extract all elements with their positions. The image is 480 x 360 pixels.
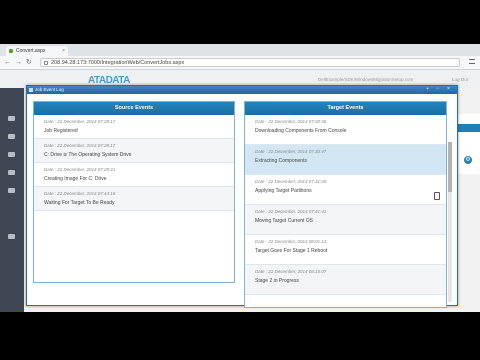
event-text: Moving Target Current OS [255,218,313,224]
sidebar-users-icon[interactable] [8,134,15,139]
sidebar-home-icon[interactable] [8,116,15,121]
sidebar-jobs-icon[interactable] [8,152,15,157]
event-date: Date : 22 December, 2014 07:30:47 [255,149,327,154]
header-info: DellExample/SDK/WindowsMigrationSetup.co… [318,77,414,82]
favicon-icon [9,49,13,53]
source-event-item[interactable]: Date : 22 December, 2014 07:28:17 Job Re… [34,115,234,139]
target-event-item[interactable]: Date : 22 December, 2014 07:31:00 Applyi… [245,175,446,205]
event-date: Date : 22 December, 2014 07:44:16 [44,191,116,196]
event-date: Date : 22 December, 2014 07:28:17 [44,119,116,124]
source-events-panel: Source Events Date : 22 December, 2014 0… [33,101,235,283]
sidebar-settings-icon[interactable] [8,234,15,239]
right-panel-button[interactable] [456,124,480,132]
minimize-icon[interactable]: ▪ [425,87,430,92]
window-icon [29,88,33,92]
url-input[interactable]: 208.94.28.173:7000/IntegrationWeb/Conver… [40,58,460,67]
event-date: Date : 22 December, 2014 07:31:00 [255,179,327,184]
source-event-item[interactable]: Date : 22 December, 2014 07:44:16 Waitin… [34,187,234,211]
scrollbar-thumb[interactable] [448,142,452,192]
browser-tab[interactable]: Convert.aspx × [6,46,68,56]
event-date: Date : 22 December, 2014 07:28:21 [44,167,116,172]
job-event-log-dialog: Job Event Log ▪ ▫ × Source Events Date :… [26,85,458,308]
source-event-item[interactable]: Date : 22 December, 2014 07:28:21 Creati… [34,163,234,187]
gear-icon[interactable]: ⚙ [464,156,472,164]
source-events-header: Source Events [34,102,234,115]
close-icon[interactable]: × [446,87,451,92]
event-text: Creating Image For C: Drive [44,176,107,182]
logout-link[interactable]: Log Out [452,77,468,82]
event-text: Target Goes For Stage 1 Reboot [255,248,328,254]
target-event-item[interactable]: Date : 22 December, 2014 07:30:47 Extrac… [245,145,446,175]
target-events-header: Target Events [245,102,446,115]
target-event-item[interactable]: Date : 22 December, 2014 07:30:36 Downlo… [245,115,446,145]
event-text: Stage 2 in Progress [255,278,299,284]
tab-bar: Convert.aspx × [0,44,480,56]
tab-title: Convert.aspx [16,48,46,54]
address-bar: ← → ↻ 208.94.28.173:7000/IntegrationWeb/… [0,56,480,70]
sidebar-servers-icon[interactable] [8,170,15,175]
browser-window: Convert.aspx × ← → ↻ 208.94.28.173:7000/… [0,44,480,312]
dialog-title: Job Event Log [35,87,64,92]
dialog-scrollbar[interactable] [448,142,452,302]
target-events-panel: Target Events Date : 22 December, 2014 0… [244,101,447,308]
target-event-item[interactable]: Date : 22 December, 2014 07:41:41 Moving… [245,205,446,235]
event-text: Waiting For Target To Be Ready [44,200,115,206]
event-date: Date : 22 December, 2014 08:01:13 [255,239,327,244]
menu-icon[interactable] [469,59,475,64]
maximize-icon[interactable]: ▫ [435,87,440,92]
app-sidebar [0,88,24,312]
event-date: Date : 22 December, 2014 07:30:36 [255,119,327,124]
event-text: C: Drive is The Operating System Drive [44,152,132,158]
close-tab-icon[interactable]: × [62,46,65,56]
event-text: Job Registered [44,128,78,134]
reload-icon[interactable]: ↻ [26,58,32,67]
back-icon[interactable]: ← [4,58,11,67]
event-date: Date : 22 December, 2014 08:15:07 [255,269,327,274]
target-event-item[interactable]: Date : 22 December, 2014 08:01:13 Target… [245,235,446,265]
dialog-title-bar[interactable]: Job Event Log ▪ ▫ × [27,86,457,94]
mouse-cursor-icon [434,192,440,200]
event-date: Date : 22 December, 2014 07:41:41 [255,209,327,214]
target-event-item[interactable]: Date : 22 December, 2014 08:15:07 Stage … [245,265,446,295]
url-text: 208.94.28.173:7000/IntegrationWeb/Conver… [51,60,185,66]
forward-icon[interactable]: → [15,58,22,67]
event-date: Date : 22 December, 2014 07:28:17 [44,143,116,148]
event-text: Downloading Components From Console [255,128,347,134]
event-text: Applying Target Partitions [255,188,312,194]
event-text: Extracting Components [255,158,307,164]
right-panel: ⚙ [456,114,480,174]
page-info-icon [44,61,48,65]
source-event-item[interactable]: Date : 22 December, 2014 07:28:17 C: Dri… [34,139,234,163]
sidebar-reports-icon[interactable] [8,188,15,193]
